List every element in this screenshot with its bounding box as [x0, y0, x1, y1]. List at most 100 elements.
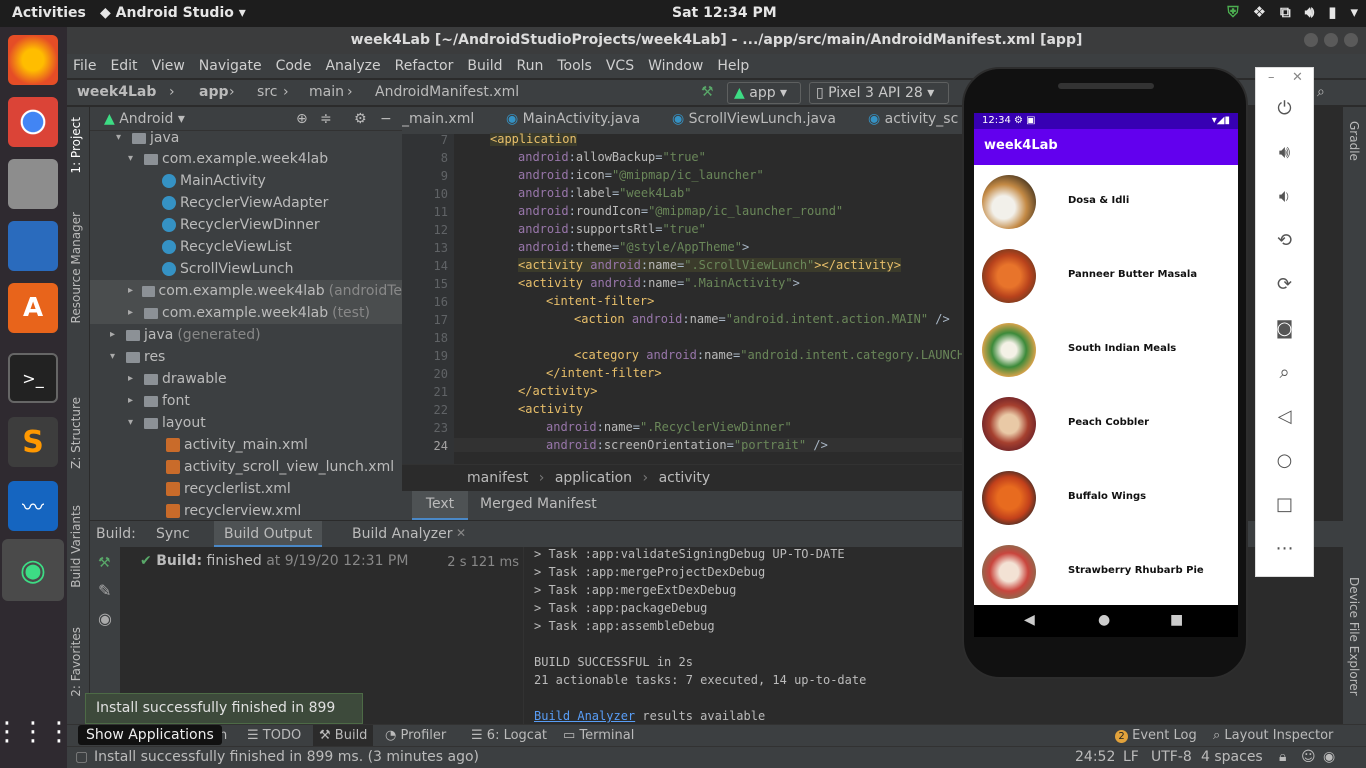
tree-item[interactable]: recyclerlist.xml: [166, 478, 291, 500]
terminal-icon[interactable]: >_: [8, 353, 58, 403]
tab-device-file-explorer[interactable]: Device File Explorer: [1347, 577, 1361, 696]
list-item[interactable]: Buffalo Wings: [974, 461, 1238, 535]
eye-icon[interactable]: ◉: [98, 609, 112, 628]
caret-position[interactable]: 24:52: [1075, 749, 1115, 765]
breadcrumb-src[interactable]: src: [257, 84, 277, 100]
tab-logcat[interactable]: ☰ 6: Logcat: [471, 728, 547, 743]
firefox-icon[interactable]: [8, 35, 58, 85]
back-icon[interactable]: ◁: [1256, 406, 1313, 427]
battery-icon[interactable]: ▮: [1328, 3, 1336, 21]
back-icon[interactable]: ◀: [1024, 612, 1035, 628]
tree-item[interactable]: RecyclerViewDinner: [162, 214, 320, 236]
project-view-select[interactable]: Android: [119, 111, 173, 127]
minimize-button[interactable]: [1304, 33, 1318, 47]
tree-item[interactable]: RecyclerViewAdapter: [162, 192, 328, 214]
tab-favorites[interactable]: 2: Favorites: [69, 627, 83, 697]
hammer-icon[interactable]: ⚒: [701, 84, 714, 100]
tree-item[interactable]: ▾ res: [110, 346, 165, 368]
menu-build[interactable]: Build: [467, 54, 502, 78]
menu-code[interactable]: Code: [276, 54, 312, 78]
tree-item[interactable]: ▸ com.example.week4lab (test): [90, 302, 402, 324]
files-icon[interactable]: [8, 159, 58, 209]
activities-button[interactable]: Activities: [12, 5, 86, 21]
system-tray[interactable]: ⛨ ❖ ⧉ 🔊︎ ▮ ▾: [1227, 3, 1358, 21]
tree-item[interactable]: ▾ layout: [128, 412, 206, 434]
tab-sync[interactable]: Sync: [156, 526, 190, 542]
search-icon[interactable]: ⌕: [1317, 84, 1325, 100]
menu-navigate[interactable]: Navigate: [199, 54, 262, 78]
breadcrumb-main[interactable]: main: [309, 84, 344, 100]
run-config-select[interactable]: ▲ app ▾: [727, 82, 801, 104]
tab-main-activity[interactable]: ◉ MainActivity.java: [506, 111, 640, 127]
tab-structure[interactable]: Z: Structure: [69, 397, 83, 469]
close-icon[interactable]: ✕: [456, 526, 466, 540]
tab-scroll-view-lunch[interactable]: ◉ ScrollViewLunch.java: [672, 111, 836, 127]
notifications-icon[interactable]: ◉: [1323, 749, 1335, 765]
breadcrumb-application[interactable]: application: [555, 470, 632, 486]
menu-vcs[interactable]: VCS: [606, 54, 634, 78]
list-item[interactable]: Peach Cobbler: [974, 387, 1238, 461]
emulator-screen[interactable]: 12:34 ⚙ ▣ ▾◢▮ week4Lab Dosa & Idli Panne…: [974, 113, 1238, 637]
status-message[interactable]: Install successfully finished in 899 ms.…: [94, 749, 479, 765]
tab-profiler[interactable]: ◔ Profiler: [385, 728, 446, 743]
tree-item[interactable]: ▸ font: [128, 390, 190, 412]
menu-window[interactable]: Window: [648, 54, 703, 78]
tab-activity-sc[interactable]: ◉ activity_sc: [868, 111, 958, 127]
more-icon[interactable]: ⋯: [1256, 538, 1313, 559]
list-item[interactable]: Strawberry Rhubarb Pie: [974, 535, 1238, 609]
indent-setting[interactable]: 4 spaces: [1201, 749, 1263, 765]
line-separator[interactable]: LF: [1123, 749, 1139, 765]
menu-file[interactable]: File: [73, 54, 96, 78]
list-item[interactable]: Panneer Butter Masala: [974, 239, 1238, 313]
tree-item[interactable]: MainActivity: [162, 170, 266, 192]
overview-icon[interactable]: □: [1256, 494, 1313, 515]
locate-icon[interactable]: ⊕: [296, 107, 308, 131]
inspector-icon[interactable]: ☺: [1301, 749, 1316, 765]
tree-item[interactable]: ▾ com.example.week4lab: [128, 148, 328, 170]
menu-help[interactable]: Help: [717, 54, 749, 78]
volume-icon[interactable]: 🔊︎: [1305, 3, 1314, 21]
install-notification[interactable]: Install successfully finished in 899 ms.: [85, 693, 363, 745]
code-area[interactable]: <application android:allowBackup="true" …: [454, 133, 962, 464]
breadcrumb-activity[interactable]: activity: [659, 470, 711, 486]
tree-item[interactable]: activity_scroll_view_lunch.xml: [166, 456, 394, 478]
tab-build-variants[interactable]: Build Variants: [69, 505, 83, 588]
zoom-icon[interactable]: ⌕: [1256, 362, 1313, 383]
home-icon[interactable]: ●: [1098, 612, 1110, 628]
network-icon[interactable]: ⧉: [1280, 3, 1291, 21]
home-icon[interactable]: ○: [1256, 450, 1313, 471]
tree-item[interactable]: ▸ drawable: [128, 368, 227, 390]
app-menu[interactable]: ◆ Android Studio ▾: [100, 5, 246, 21]
camera-icon[interactable]: ◙: [1256, 318, 1313, 339]
breadcrumb-project[interactable]: week4Lab: [77, 84, 156, 100]
tab-todo[interactable]: ☰ TODO: [247, 728, 301, 743]
breadcrumb-file[interactable]: AndroidManifest.xml: [375, 84, 519, 100]
tab-resource-manager[interactable]: Resource Manager: [69, 212, 83, 323]
clock[interactable]: Sat 12:34 PM: [672, 5, 777, 21]
menu-edit[interactable]: Edit: [110, 54, 137, 78]
tree-item[interactable]: ▸ com.example.week4lab (androidTe: [90, 280, 402, 302]
recents-icon[interactable]: ■: [1170, 612, 1183, 628]
system-monitor-icon[interactable]: 〰: [8, 481, 58, 531]
pin-icon[interactable]: ✎: [98, 581, 111, 600]
close-icon[interactable]: ✕: [1292, 70, 1303, 85]
tree-item[interactable]: RecycleViewList: [162, 236, 292, 258]
breadcrumb-manifest[interactable]: manifest: [467, 470, 528, 486]
list-item[interactable]: South Indian Meals: [974, 313, 1238, 387]
rotate-left-icon[interactable]: ⟲: [1256, 230, 1313, 251]
tab-text[interactable]: Text: [412, 491, 468, 520]
tab-merged-manifest[interactable]: Merged Manifest: [480, 496, 597, 512]
list-item[interactable]: Dosa & Idli: [974, 165, 1238, 239]
android-studio-icon[interactable]: ◉: [2, 539, 64, 601]
lock-icon[interactable]: 🔒︎: [1279, 749, 1286, 765]
thunderbird-icon[interactable]: [8, 221, 58, 271]
tab-activity-main[interactable]: _main.xml: [402, 111, 474, 127]
breadcrumb-app[interactable]: app: [199, 84, 229, 100]
show-applications-icon[interactable]: ⋮⋮⋮: [0, 707, 72, 757]
software-center-icon[interactable]: A: [8, 283, 58, 333]
build-analyzer-link[interactable]: Build Analyzer: [534, 709, 635, 723]
power-icon[interactable]: ⏻: [1256, 98, 1313, 119]
tab-event-log[interactable]: 2 Event Log: [1115, 728, 1197, 743]
tree-item[interactable]: ▾ java: [116, 127, 179, 149]
tab-layout-inspector[interactable]: ⌕ Layout Inspector: [1213, 728, 1333, 743]
